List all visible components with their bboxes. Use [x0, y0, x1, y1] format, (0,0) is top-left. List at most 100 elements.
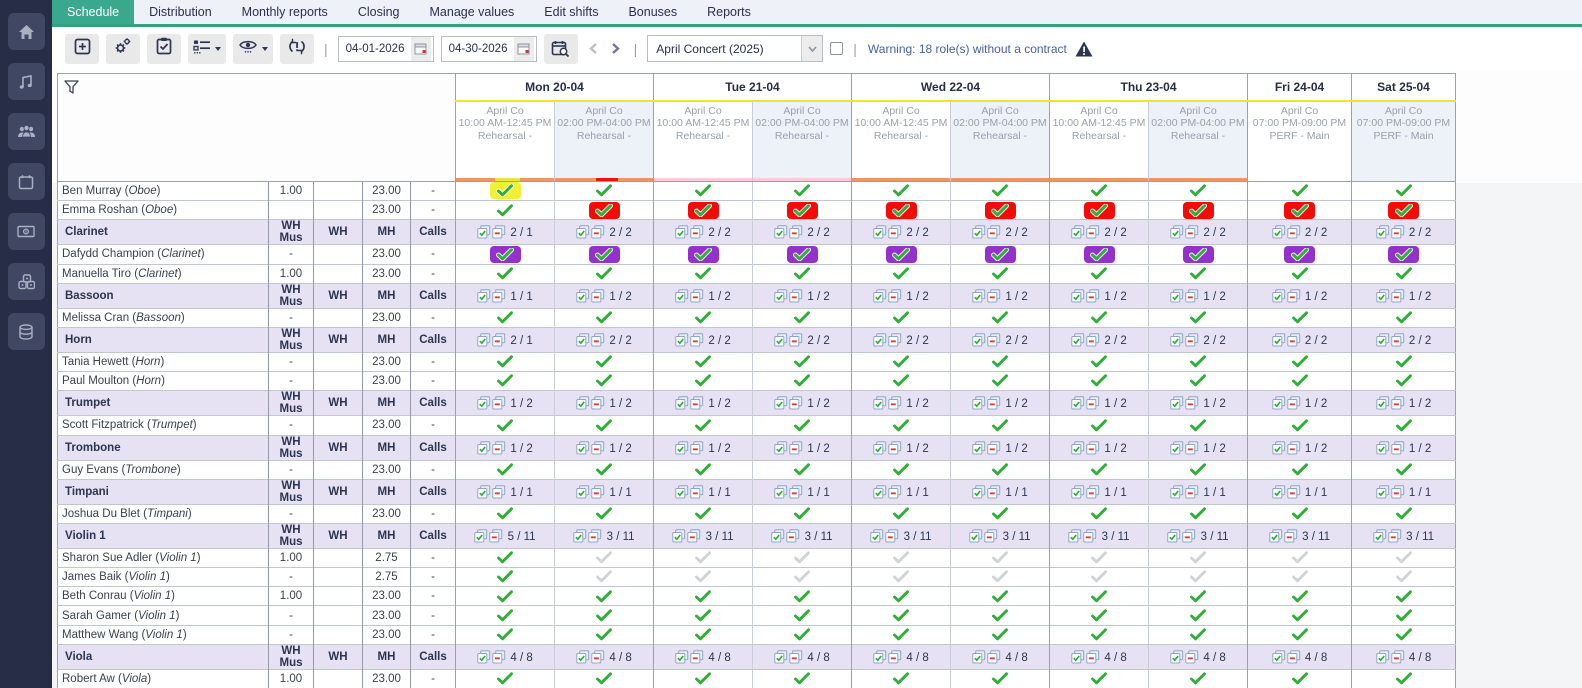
event-header[interactable]: April Co07:00 PM-09:00 PMPERF - Main	[1352, 101, 1456, 182]
section-count-cell[interactable]: 4 / 8	[753, 644, 852, 669]
schedule-cell[interactable]	[456, 372, 555, 391]
section-count-cell[interactable]: 4 / 8	[456, 644, 555, 669]
schedule-cell[interactable]	[1050, 201, 1149, 220]
schedule-cell[interactable]	[654, 245, 753, 264]
event-header[interactable]: April Co10:00 AM-12:45 PMRehearsal -	[852, 101, 951, 182]
schedule-cell[interactable]	[852, 372, 951, 391]
schedule-cell[interactable]	[951, 460, 1050, 479]
section-count-cell[interactable]: 4 / 8	[951, 644, 1050, 669]
section-count-cell[interactable]: 1 / 1	[753, 479, 852, 504]
schedule-cell[interactable]	[852, 264, 951, 283]
tab-schedule[interactable]: Schedule	[52, 0, 134, 24]
schedule-cell[interactable]	[951, 504, 1050, 523]
section-count-cell[interactable]: 1 / 2	[1050, 435, 1149, 460]
schedule-cell[interactable]	[1248, 416, 1352, 435]
section-count-cell[interactable]: 2 / 2	[654, 220, 753, 245]
section-count-cell[interactable]: 3 / 11	[852, 523, 951, 548]
section-count-cell[interactable]: 1 / 2	[753, 391, 852, 416]
schedule-cell[interactable]	[951, 372, 1050, 391]
event-header[interactable]: April Co02:00 PM-04:00 PMRehearsal -	[555, 101, 654, 182]
schedule-cell[interactable]	[1248, 264, 1352, 283]
musician-name[interactable]: Joshua Du Blet (Timpani)	[58, 504, 269, 523]
schedule-cell[interactable]	[456, 245, 555, 264]
section-count-cell[interactable]: 1 / 1	[1352, 479, 1456, 504]
schedule-cell[interactable]	[951, 606, 1050, 625]
schedule-cell[interactable]	[654, 182, 753, 201]
schedule-cell[interactable]	[555, 372, 654, 391]
schedule-cell[interactable]	[1149, 625, 1248, 644]
refresh-warning-button[interactable]	[280, 34, 314, 64]
musician-name[interactable]: Emma Roshan (Oboe)	[58, 201, 269, 220]
schedule-cell[interactable]	[1050, 264, 1149, 283]
section-count-cell[interactable]: 1 / 2	[951, 435, 1050, 460]
schedule-cell[interactable]	[456, 625, 555, 644]
select-chevron[interactable]	[801, 36, 822, 61]
schedule-cell[interactable]	[951, 568, 1050, 587]
schedule-cell[interactable]	[852, 308, 951, 327]
section-count-cell[interactable]: 2 / 2	[1352, 327, 1456, 352]
schedule-cell[interactable]	[753, 352, 852, 371]
schedule-cell[interactable]	[555, 308, 654, 327]
section-count-cell[interactable]: 1 / 2	[1149, 283, 1248, 308]
event-header[interactable]: April Co07:00 PM-09:00 PMPERF - Main	[1248, 101, 1352, 182]
schedule-cell[interactable]	[1248, 625, 1352, 644]
sidebar-item-users[interactable]	[8, 113, 45, 150]
schedule-cell[interactable]	[1149, 460, 1248, 479]
schedule-cell[interactable]	[753, 264, 852, 283]
schedule-cell[interactable]	[1149, 201, 1248, 220]
event-header[interactable]: April Co10:00 AM-12:45 PMRehearsal -	[1050, 101, 1149, 182]
section-count-cell[interactable]: 1 / 2	[852, 391, 951, 416]
schedule-cell[interactable]	[654, 504, 753, 523]
sidebar-item-database[interactable]	[8, 313, 45, 350]
schedule-cell[interactable]	[456, 264, 555, 283]
schedule-cell[interactable]	[852, 182, 951, 201]
filter-icon[interactable]	[64, 80, 79, 94]
section-count-cell[interactable]: 1 / 2	[1149, 391, 1248, 416]
section-count-cell[interactable]: 1 / 1	[555, 479, 654, 504]
add-shift-button[interactable]	[65, 34, 99, 64]
section-count-cell[interactable]: 2 / 2	[654, 327, 753, 352]
section-count-cell[interactable]: 4 / 8	[555, 644, 654, 669]
tab-closing[interactable]: Closing	[343, 0, 415, 24]
section-count-cell[interactable]: 2 / 2	[1050, 220, 1149, 245]
schedule-cell[interactable]	[1248, 587, 1352, 606]
section-count-cell[interactable]: 1 / 2	[1352, 391, 1456, 416]
musician-name[interactable]: Robert Aw (Viola)	[58, 669, 269, 688]
section-count-cell[interactable]: 1 / 2	[951, 283, 1050, 308]
schedule-cell[interactable]	[555, 264, 654, 283]
section-count-cell[interactable]: 4 / 8	[654, 644, 753, 669]
section-count-cell[interactable]: 1 / 2	[1050, 283, 1149, 308]
schedule-cell[interactable]	[654, 587, 753, 606]
schedule-cell[interactable]	[753, 308, 852, 327]
schedule-cell[interactable]	[456, 460, 555, 479]
schedule-cell[interactable]	[753, 460, 852, 479]
section-count-cell[interactable]: 3 / 11	[654, 523, 753, 548]
schedule-cell[interactable]	[555, 182, 654, 201]
schedule-cell[interactable]	[456, 201, 555, 220]
schedule-cell[interactable]	[951, 416, 1050, 435]
section-count-cell[interactable]: 1 / 1	[654, 479, 753, 504]
musician-name[interactable]: Paul Moulton (Horn)	[58, 372, 269, 391]
musician-name[interactable]: Sarah Gamer (Violin 1)	[58, 606, 269, 625]
schedule-cell[interactable]	[951, 587, 1050, 606]
schedule-cell[interactable]	[456, 182, 555, 201]
schedule-cell[interactable]	[1050, 548, 1149, 567]
schedule-cell[interactable]	[555, 669, 654, 688]
schedule-cell[interactable]	[654, 460, 753, 479]
schedule-cell[interactable]	[654, 352, 753, 371]
schedule-cell[interactable]	[951, 245, 1050, 264]
section-count-cell[interactable]: 2 / 2	[555, 220, 654, 245]
date-from-field[interactable]	[338, 36, 434, 62]
schedule-cell[interactable]	[1248, 669, 1352, 688]
section-count-cell[interactable]: 1 / 2	[852, 283, 951, 308]
event-header[interactable]: April Co10:00 AM-12:45 PMRehearsal -	[456, 101, 555, 182]
schedule-cell[interactable]	[852, 416, 951, 435]
schedule-cell[interactable]	[654, 568, 753, 587]
section-count-cell[interactable]: 1 / 2	[852, 435, 951, 460]
schedule-cell[interactable]	[753, 568, 852, 587]
section-count-cell[interactable]: 2 / 2	[1248, 220, 1352, 245]
schedule-cell[interactable]	[1248, 460, 1352, 479]
section-count-cell[interactable]: 2 / 2	[1050, 327, 1149, 352]
schedule-cell[interactable]	[852, 548, 951, 567]
schedule-cell[interactable]	[456, 504, 555, 523]
